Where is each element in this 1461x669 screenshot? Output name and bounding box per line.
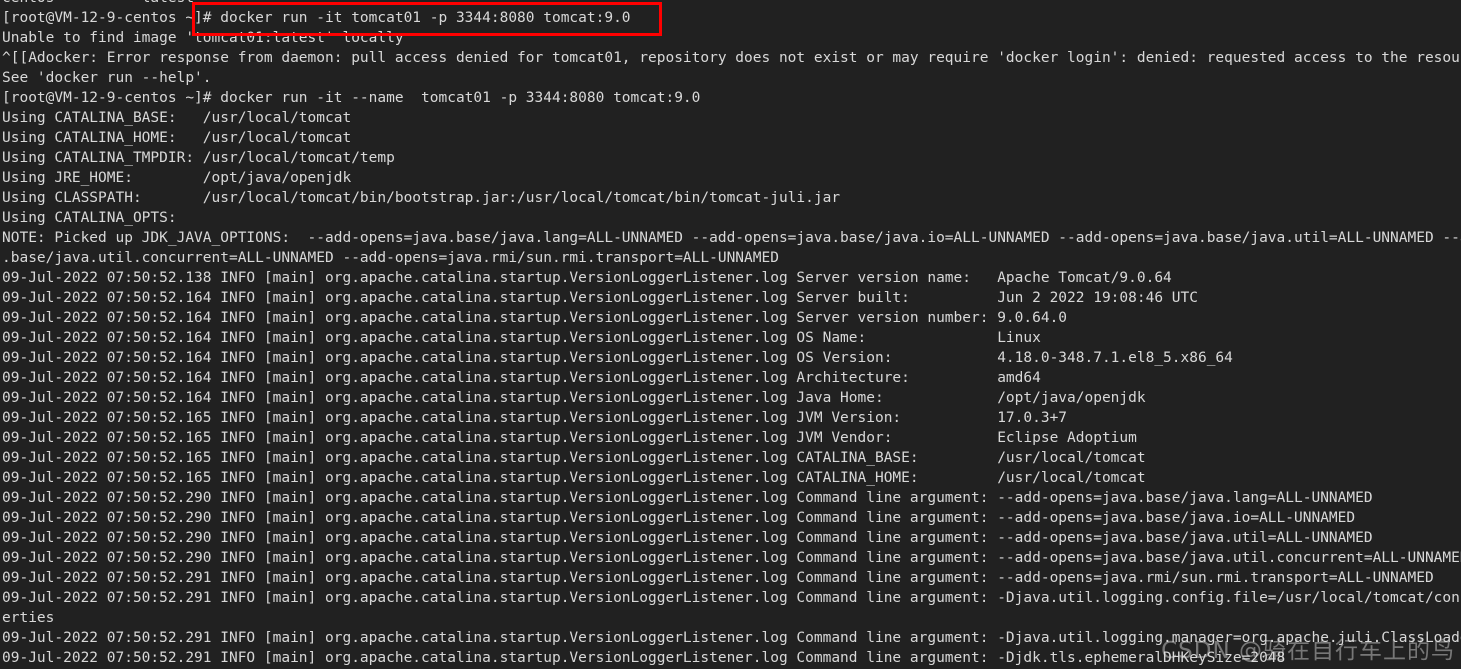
terminal-line: Using CATALINA_BASE: /usr/local/tomcat (2, 110, 352, 126)
terminal-line: 09-Jul-2022 07:50:52.164 INFO [main] org… (2, 370, 1041, 386)
terminal-line: 09-Jul-2022 07:50:52.291 INFO [main] org… (2, 590, 1461, 606)
terminal-line: 09-Jul-2022 07:50:52.164 INFO [main] org… (2, 290, 1198, 306)
terminal-line: 09-Jul-2022 07:50:52.290 INFO [main] org… (2, 490, 1373, 506)
terminal-line: .base/java.util.concurrent=ALL-UNNAMED -… (2, 250, 779, 266)
terminal-line: ^[[Adocker: Error response from daemon: … (2, 50, 1461, 66)
terminal-line: Unable to find image 'tomcat01:latest' l… (2, 30, 404, 46)
terminal-line: Using CATALINA_TMPDIR: /usr/local/tomcat… (2, 150, 395, 166)
terminal-output: centos latest [root@VM-12-9-centos ~]# do… (0, 0, 1461, 669)
terminal-line: 09-Jul-2022 07:50:52.164 INFO [main] org… (2, 350, 1233, 366)
terminal-line: 09-Jul-2022 07:50:52.290 INFO [main] org… (2, 550, 1461, 566)
terminal-line: 09-Jul-2022 07:50:52.165 INFO [main] org… (2, 430, 1137, 446)
terminal-line: Using CATALINA_HOME: /usr/local/tomcat (2, 130, 352, 146)
terminal-line: Using CLASSPATH: /usr/local/tomcat/bin/b… (2, 190, 841, 206)
terminal-line: [root@VM-12-9-centos ~]# docker run -it … (2, 10, 631, 26)
terminal-line: 09-Jul-2022 07:50:52.165 INFO [main] org… (2, 410, 1068, 426)
terminal-line: 09-Jul-2022 07:50:52.165 INFO [main] org… (2, 470, 1146, 486)
terminal-line: 09-Jul-2022 07:50:52.290 INFO [main] org… (2, 530, 1373, 546)
terminal-line: Using CATALINA_OPTS: (2, 210, 177, 226)
terminal-line: Using JRE_HOME: /opt/java/openjdk (2, 170, 352, 186)
terminal-line: NOTE: Picked up JDK_JAVA_OPTIONS: --add-… (2, 230, 1461, 246)
terminal-line: 09-Jul-2022 07:50:52.291 INFO [main] org… (2, 570, 1434, 586)
terminal-line: erties (2, 610, 55, 626)
terminal-line: See 'docker run --help'. (2, 70, 212, 86)
terminal-line: 09-Jul-2022 07:50:52.165 INFO [main] org… (2, 450, 1146, 466)
terminal-line: 09-Jul-2022 07:50:52.164 INFO [main] org… (2, 390, 1146, 406)
terminal-line: 09-Jul-2022 07:50:52.164 INFO [main] org… (2, 310, 1068, 326)
terminal-line: 09-Jul-2022 07:50:52.290 INFO [main] org… (2, 510, 1356, 526)
terminal-line: 09-Jul-2022 07:50:52.164 INFO [main] org… (2, 330, 1041, 346)
terminal-line: centos latest (0, 0, 1461, 8)
terminal-line: [root@VM-12-9-centos ~]# docker run -it … (2, 90, 701, 106)
terminal-line: 09-Jul-2022 07:50:52.138 INFO [main] org… (2, 270, 1172, 286)
terminal-line: 09-Jul-2022 07:50:52.291 INFO [main] org… (2, 650, 1286, 666)
terminal-window[interactable]: centos latest [root@VM-12-9-centos ~]# do… (0, 0, 1461, 669)
terminal-line: 09-Jul-2022 07:50:52.291 INFO [main] org… (2, 630, 1461, 646)
